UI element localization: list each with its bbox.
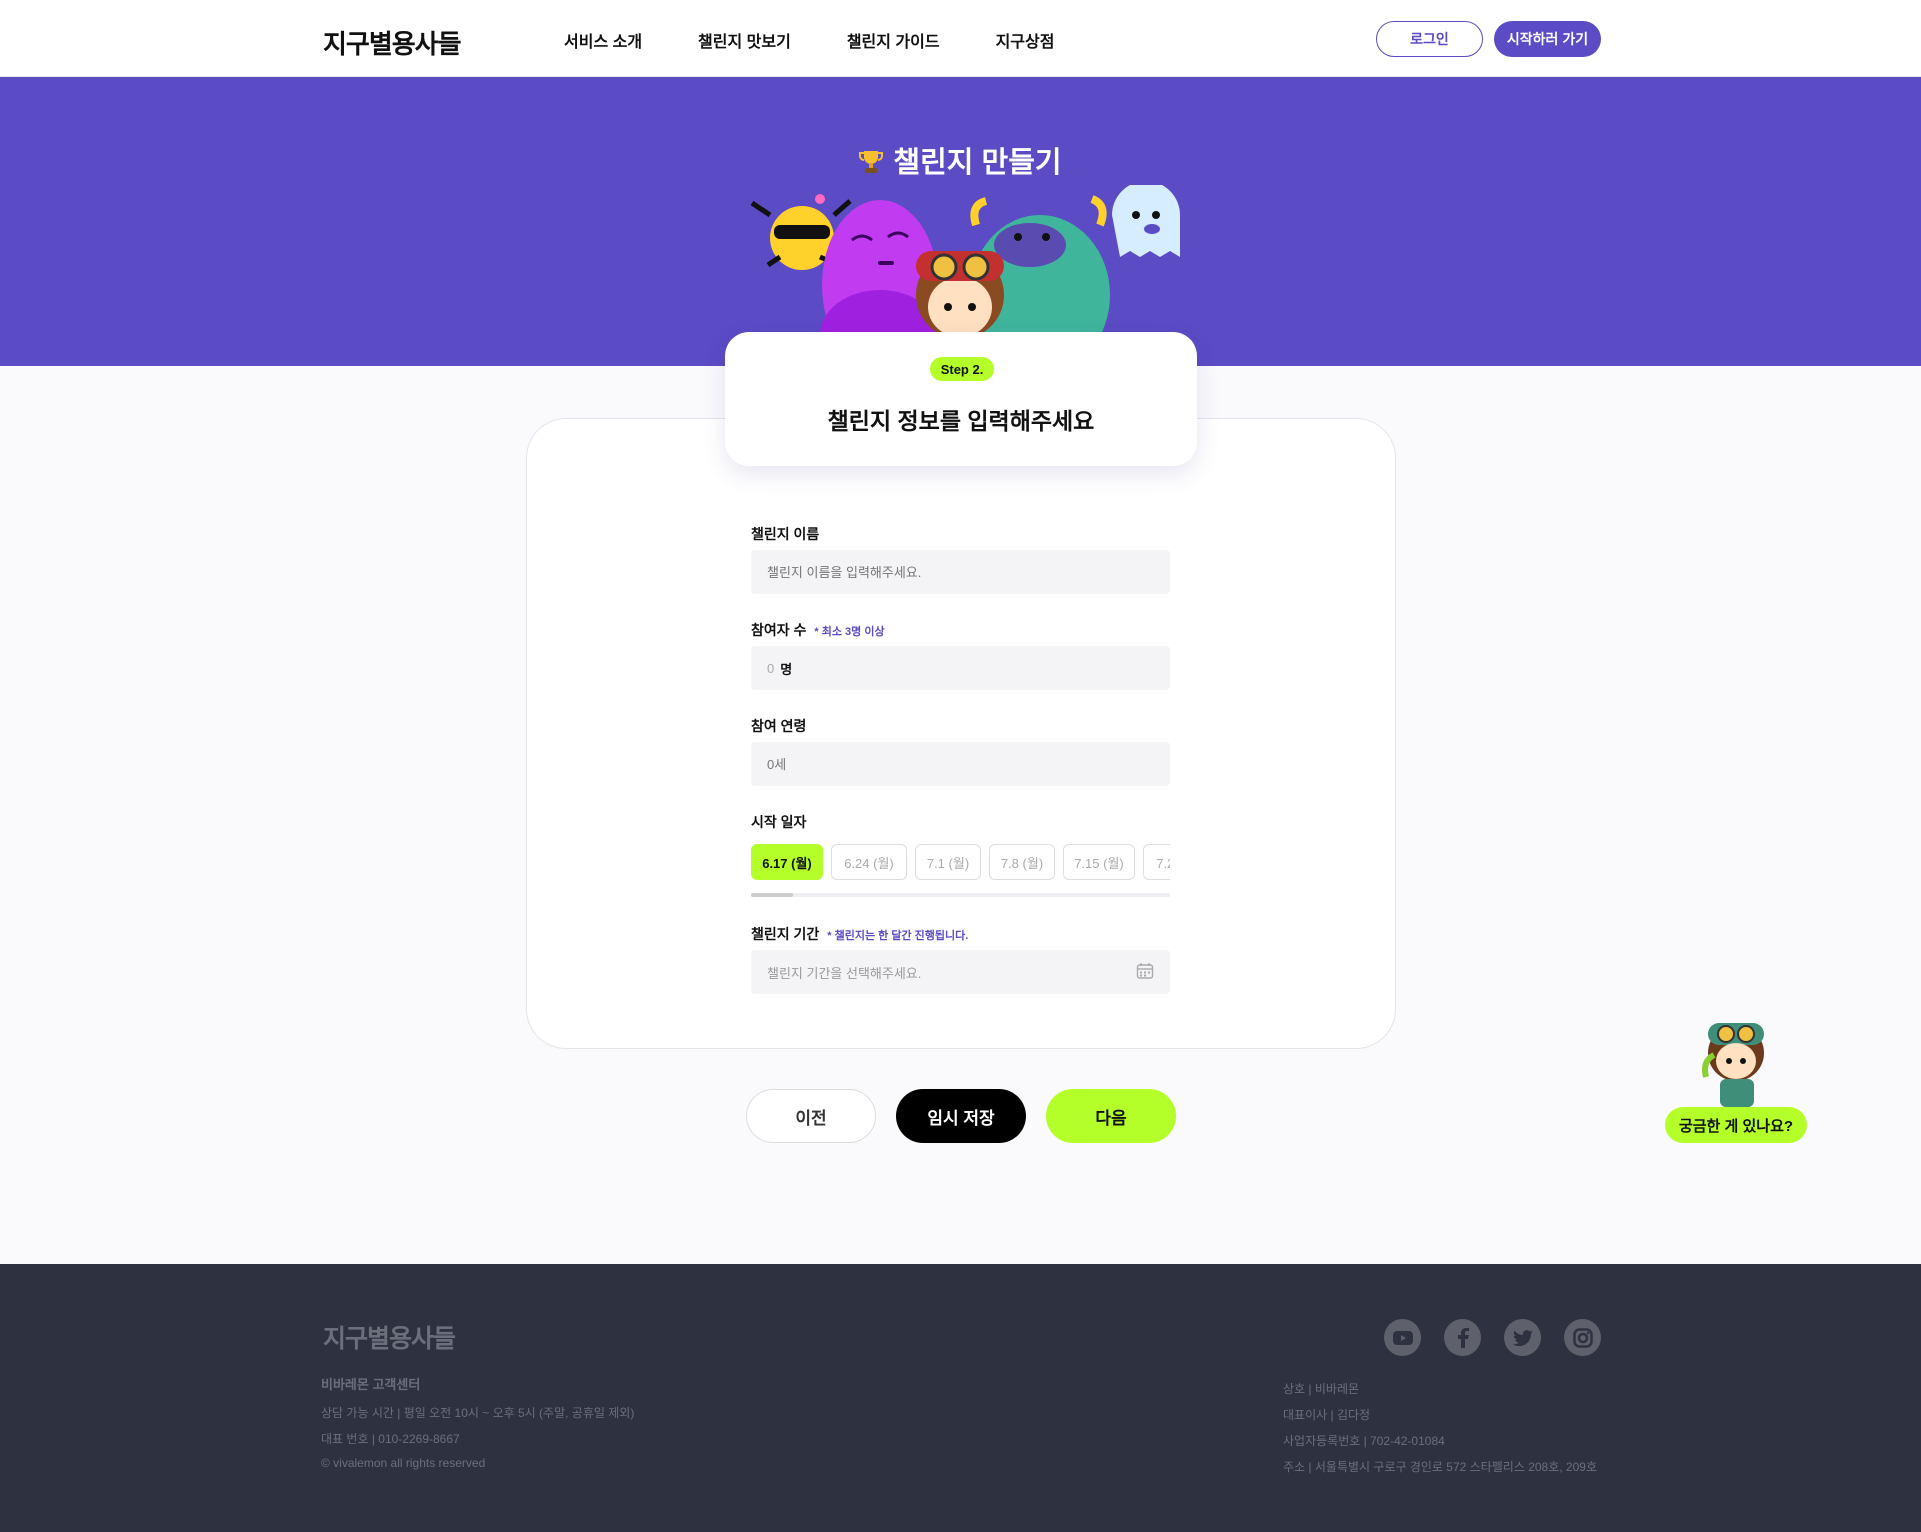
footer-phone: 대표 번호 | 010-2269-8667: [321, 1432, 460, 1446]
date-chip-selected[interactable]: 6.17 (월): [751, 844, 823, 880]
footer-cs-title: 비바레몬 고객센터: [321, 1377, 421, 1392]
next-button[interactable]: 다음: [1046, 1089, 1176, 1143]
facebook-icon[interactable]: [1444, 1319, 1481, 1356]
participants-unit: 명: [780, 661, 793, 677]
participants-input[interactable]: 0명: [751, 646, 1170, 690]
date-chip[interactable]: 7.22 (월): [1143, 844, 1170, 880]
step-badge: Step 2.: [930, 357, 994, 381]
calendar-icon[interactable]: [1136, 962, 1154, 980]
hero-title: 챌린지 만들기: [893, 147, 1062, 179]
start-date-chip-list: 6.17 (월) 6.24 (월) 7.1 (월) 7.8 (월) 7.15 (월) 7.…: [751, 844, 1170, 880]
date-chip[interactable]: 6.24 (월): [831, 844, 907, 880]
period-label: 챌린지 기간 * 챌린지는 한 달간 진행됩니다.: [751, 924, 968, 944]
site-logo[interactable]: 지구별용사들: [323, 24, 462, 61]
age-label: 참여 연령: [751, 718, 807, 734]
footer-biz-no: 사업자등록번호 | 702-42-01084: [1283, 1434, 1445, 1448]
period-input[interactable]: 챌린지 기간을 선택해주세요.: [751, 950, 1170, 994]
period-label-text: 챌린지 기간: [751, 926, 820, 942]
helper-character-illustration[interactable]: [1698, 1017, 1776, 1109]
ghost-character: [1112, 185, 1180, 257]
period-hint: * 챌린지는 한 달간 진행됩니다.: [827, 930, 969, 942]
hero-banner: 챌린지 만들기: [0, 77, 1921, 366]
nav-service-intro[interactable]: 서비스 소개: [564, 28, 642, 52]
participants-value: 0: [767, 660, 775, 676]
twitter-icon[interactable]: [1504, 1319, 1541, 1356]
nav-challenge-preview[interactable]: 챌린지 맛보기: [698, 28, 791, 52]
participants-hint: * 최소 3명 이상: [814, 626, 885, 638]
site-footer: 지구별용사들 비바레몬 고객센터 상담 가능 시간 | 평일 오전 10시 ~ …: [0, 1264, 1921, 1532]
age-input[interactable]: [751, 742, 1170, 786]
participants-label: 참여자 수 * 최소 3명 이상: [751, 620, 885, 640]
nav-challenge-guide[interactable]: 챌린지 가이드: [847, 28, 940, 52]
footer-hours: 상담 가능 시간 | 평일 오전 10시 ~ 오후 5시 (주말, 공휴일 제외…: [321, 1406, 635, 1420]
youtube-icon[interactable]: [1384, 1319, 1421, 1356]
temp-save-button[interactable]: 임시 저장: [896, 1089, 1026, 1143]
date-scrollbar[interactable]: [751, 893, 1170, 897]
prev-button[interactable]: 이전: [746, 1089, 876, 1143]
trophy-icon: [859, 151, 884, 173]
footer-copyright: © vivalemon all rights reserved: [321, 1456, 486, 1470]
login-button[interactable]: 로그인: [1376, 21, 1483, 57]
step-card: Step 2. 챌린지 정보를 입력해주세요: [725, 332, 1197, 466]
nav-earth-shop[interactable]: 지구상점: [996, 28, 1055, 52]
date-scrollbar-thumb[interactable]: [751, 893, 793, 897]
main-nav: 서비스 소개 챌린지 맛보기 챌린지 가이드 지구상점: [564, 28, 1110, 52]
footer-address: 주소 | 서울특별시 구로구 경인로 572 스타펠리스 208호, 209호: [1283, 1460, 1597, 1474]
participants-label-text: 참여자 수: [751, 622, 807, 638]
date-chip[interactable]: 7.8 (월): [989, 844, 1055, 880]
challenge-name-input[interactable]: [751, 550, 1170, 594]
social-links: [1384, 1319, 1601, 1356]
help-bubble-button[interactable]: 궁금한 게 있나요?: [1665, 1107, 1807, 1143]
period-placeholder: 챌린지 기간을 선택해주세요.: [767, 965, 922, 981]
site-header: 지구별용사들 서비스 소개 챌린지 맛보기 챌린지 가이드 지구상점 로그인 시…: [0, 0, 1921, 77]
footer-company: 상호 | 비바레몬: [1283, 1382, 1360, 1396]
date-chip[interactable]: 7.15 (월): [1063, 844, 1135, 880]
date-chip[interactable]: 7.1 (월): [915, 844, 981, 880]
challenge-name-label: 챌린지 이름: [751, 526, 820, 542]
instagram-icon[interactable]: [1564, 1319, 1601, 1356]
footer-logo: 지구별용사들: [323, 1325, 456, 1353]
step-title: 챌린지 정보를 입력해주세요: [827, 408, 1095, 434]
start-date-label: 시작 일자: [751, 814, 807, 830]
hero-title-wrap: 챌린지 만들기: [0, 139, 1921, 181]
start-button[interactable]: 시작하러 가기: [1494, 21, 1601, 57]
footer-ceo: 대표이사 | 김다정: [1283, 1408, 1371, 1422]
